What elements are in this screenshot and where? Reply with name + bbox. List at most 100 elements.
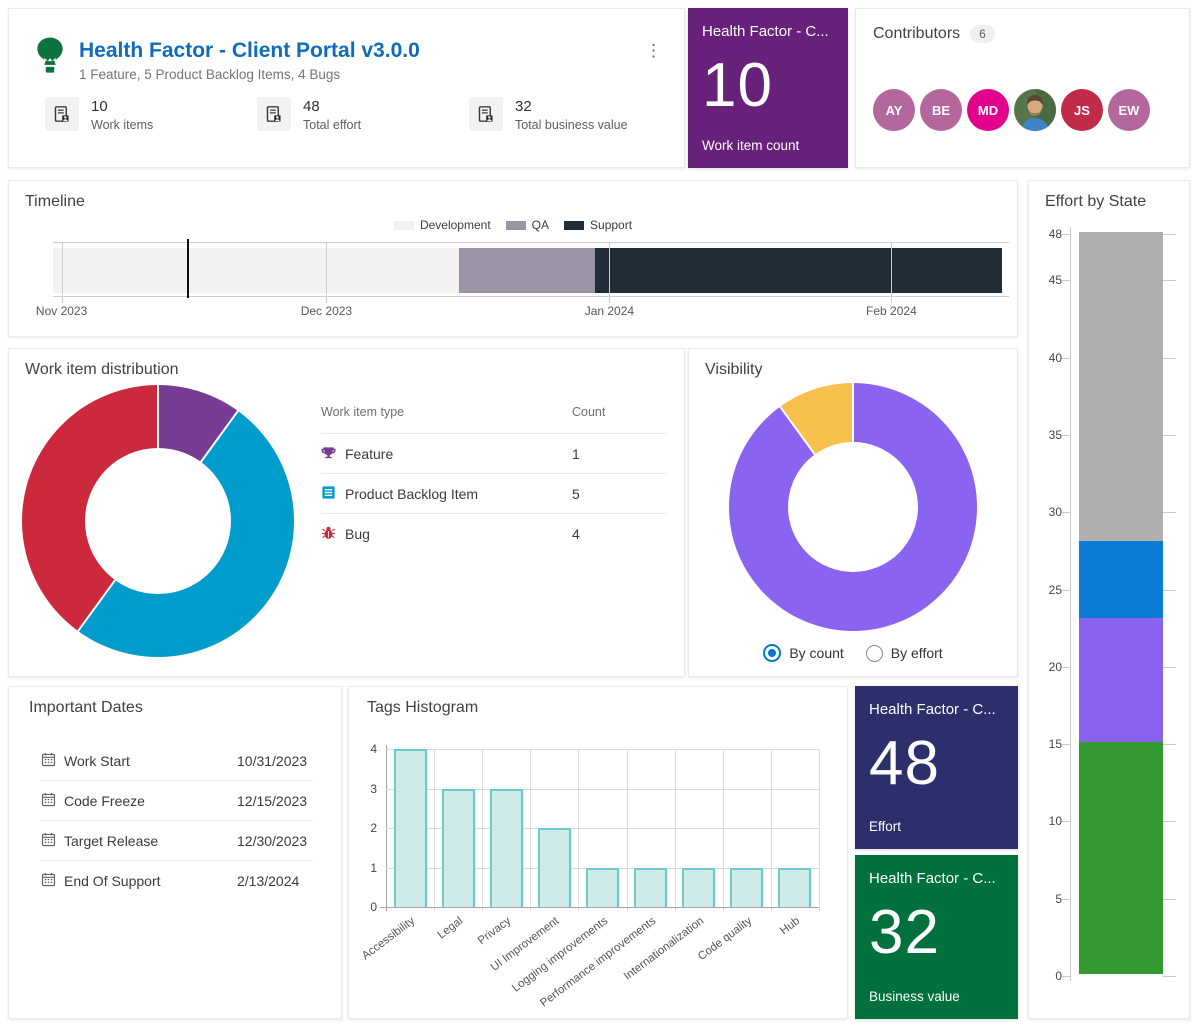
histogram-bar — [778, 868, 811, 908]
release-balloon-icon — [31, 35, 69, 80]
effort-axis-tick — [1062, 234, 1070, 235]
date-value: 12/15/2023 — [237, 793, 313, 809]
work-item-distribution-title: Work item distribution — [25, 361, 179, 379]
date-row-code-freeze: Code Freeze 12/15/2023 — [41, 780, 313, 820]
histogram-y-tick-label: 1 — [359, 861, 377, 875]
effort-axis-tick — [1062, 358, 1070, 359]
work-item-distribution-card: Work item distribution Work item type Co… — [8, 348, 685, 677]
tile-business-value[interactable]: Health Factor - C... 32 Business value — [855, 855, 1018, 1019]
visibility-card: Visibility By count By effort — [688, 348, 1018, 677]
effort-y-axis — [1070, 227, 1071, 981]
radio-selected-icon[interactable] — [763, 644, 781, 662]
tile-value: 10 — [702, 55, 834, 117]
timeline-month-label: Jan 2024 — [585, 304, 634, 318]
histogram-bar — [394, 749, 427, 907]
stat-label: Work items — [91, 118, 153, 132]
contributors-card: Contributors 6 AY BE MD JS EW — [855, 8, 1190, 168]
date-value: 12/30/2023 — [237, 833, 313, 849]
histogram-horizontal-gridline — [380, 907, 819, 908]
effort-state-segment — [1079, 541, 1163, 618]
effort-axis-tick — [1062, 976, 1070, 977]
tile-title: Health Factor - C... — [869, 701, 1004, 719]
contributors-title: Contributors — [873, 25, 960, 43]
column-header-type: Work item type — [321, 405, 404, 419]
stat-total-business-value: 32 Total business value — [469, 97, 628, 132]
histogram-bar — [634, 868, 667, 908]
visibility-mode-options: By count By effort — [689, 644, 1017, 662]
effort-by-state-chart: 05101520253035404548 — [1029, 181, 1189, 1018]
radio-by-effort[interactable]: By effort — [866, 644, 943, 662]
date-row-end-of-support: End Of Support 2/13/2024 — [41, 860, 313, 900]
effort-state-segment — [1079, 742, 1163, 974]
radio-by-count[interactable]: By count — [763, 644, 843, 662]
effort-axis-tick — [1062, 590, 1070, 591]
work-item-type-table: Work item type Count Feature 1 Product B… — [321, 397, 667, 553]
timeline-month-tick — [609, 242, 610, 303]
effort-axis-tick-label: 20 — [1034, 660, 1062, 674]
effort-axis-tick — [1163, 234, 1176, 235]
donut-hole — [85, 448, 231, 594]
effort-axis-tick — [1163, 512, 1176, 513]
date-label: Work Start — [64, 753, 130, 769]
effort-axis-tick-label: 45 — [1034, 273, 1062, 287]
more-options-icon[interactable]: ⋮ — [639, 39, 668, 63]
avatar[interactable]: JS — [1061, 89, 1103, 131]
tile-effort[interactable]: Health Factor - C... 48 Effort — [855, 686, 1018, 849]
product-backlog-item-icon — [321, 485, 336, 503]
table-row-bug: Bug 4 — [321, 513, 667, 553]
work-item-type-label: Bug — [345, 526, 370, 542]
stat-label: Total business value — [515, 118, 628, 132]
avatar[interactable]: EW — [1108, 89, 1150, 131]
effort-state-segment — [1079, 232, 1163, 541]
histogram-x-tick-label: Internationalization — [622, 915, 706, 983]
avatar[interactable]: BE — [920, 89, 962, 131]
tile-label: Work item count — [702, 138, 834, 153]
histogram-bar — [682, 868, 715, 908]
histogram-vertical-gridline — [819, 749, 820, 911]
release-title[interactable]: Health Factor - Client Portal v3.0.0 — [79, 39, 420, 63]
tile-label: Effort — [869, 819, 1004, 834]
tile-work-item-count[interactable]: Health Factor - C... 10 Work item count — [688, 8, 848, 168]
avatar[interactable]: MD — [967, 89, 1009, 131]
histogram-bar — [730, 868, 763, 908]
release-summary-card: Health Factor - Client Portal v3.0.0 1 F… — [8, 8, 685, 168]
work-item-count: 1 — [572, 446, 667, 462]
histogram-bar — [538, 828, 571, 907]
histogram-horizontal-gridline — [386, 749, 819, 750]
timeline-axis: Nov 2023Dec 2023Jan 2024Feb 2024 — [53, 181, 1009, 336]
radio-unselected-icon[interactable] — [866, 645, 883, 662]
histogram-bar — [586, 868, 619, 908]
work-item-type-label: Feature — [345, 446, 393, 462]
important-dates-title: Important Dates — [29, 699, 143, 717]
effort-axis-tick — [1163, 435, 1176, 436]
effort-axis-tick — [1062, 744, 1070, 745]
timeline-month-label: Dec 2023 — [301, 304, 352, 318]
effort-state-segment — [1079, 618, 1163, 742]
effort-axis-tick — [1062, 899, 1070, 900]
radio-label: By count — [789, 645, 843, 661]
avatar-photo[interactable] — [1014, 89, 1056, 131]
effort-by-state-card: Effort by State 05101520253035404548 — [1028, 180, 1190, 1019]
histogram-vertical-gridline — [530, 749, 531, 911]
effort-axis-tick-label: 15 — [1034, 737, 1062, 751]
calendar-icon — [41, 872, 56, 890]
histogram-vertical-gridline — [675, 749, 676, 911]
avatar[interactable]: AY — [873, 89, 915, 131]
effort-axis-tick-label: 5 — [1034, 892, 1062, 906]
timeline-month-label: Feb 2024 — [866, 304, 917, 318]
contributors-count-badge: 6 — [970, 25, 995, 43]
tile-label: Business value — [869, 989, 1004, 1004]
work-item-type-label: Product Backlog Item — [345, 486, 478, 502]
date-row-target-release: Target Release 12/30/2023 — [41, 820, 313, 860]
histogram-y-tick-label: 2 — [359, 821, 377, 835]
histogram-y-tick-label: 0 — [359, 900, 377, 914]
histogram-bar — [442, 789, 475, 908]
histogram-x-tick-label: Legal — [436, 915, 466, 942]
histogram-vertical-gridline — [627, 749, 628, 911]
table-row-pbi: Product Backlog Item 5 — [321, 473, 667, 513]
tile-value: 48 — [869, 733, 1004, 795]
effort-axis-tick — [1163, 280, 1176, 281]
calendar-icon — [41, 832, 56, 850]
histogram-x-tick-label: Privacy — [476, 915, 513, 947]
radio-label: By effort — [891, 645, 943, 661]
